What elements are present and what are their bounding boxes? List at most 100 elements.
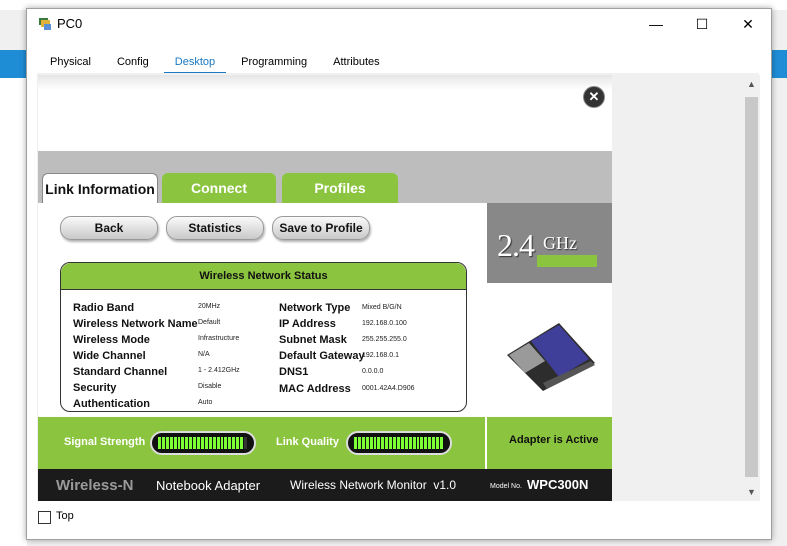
meter-segment <box>361 437 365 449</box>
meter-segment <box>193 437 197 449</box>
window-title: PC0 <box>57 16 83 31</box>
tab-link-information[interactable]: Link Information <box>42 173 158 204</box>
meter-segment <box>416 437 420 449</box>
device-tabs: Physical Config Desktop Programming Attr… <box>37 51 393 75</box>
meter-segment <box>181 437 185 449</box>
meter-segment <box>204 437 208 449</box>
statistics-button[interactable]: Statistics <box>166 216 264 240</box>
tab-connect[interactable]: Connect <box>162 173 276 203</box>
value-mac-address: 0001.42A4.D906 <box>362 385 415 392</box>
footer-monitor: Wireless Network Monitor v1.0 <box>290 478 457 492</box>
meter-segment <box>228 437 232 449</box>
back-button[interactable]: Back <box>60 216 158 240</box>
meter-segment <box>354 437 357 449</box>
meter-segment <box>408 437 412 449</box>
meter-segment <box>432 437 436 449</box>
link-quality-label: Link Quality <box>276 436 339 448</box>
adapter-card-area <box>487 283 612 417</box>
label-dns1: DNS1 <box>279 366 309 378</box>
meter-segment <box>236 437 240 449</box>
footer-brand: Wireless-N <box>56 477 134 494</box>
meter-segment <box>220 437 224 449</box>
value-default-gateway: 192.168.0.1 <box>362 352 399 359</box>
footer-model-label: Model No. <box>490 483 522 490</box>
meter-segment <box>189 437 193 449</box>
tab-desktop[interactable]: Desktop <box>162 51 228 75</box>
signal-bar-area: Signal Strength Link Quality <box>38 417 485 469</box>
footer-bar: Wireless-N Notebook Adapter Wireless Net… <box>38 469 612 501</box>
meter-segment <box>177 437 181 449</box>
tab-profiles[interactable]: Profiles <box>282 173 398 203</box>
value-network-name: Default <box>198 319 221 326</box>
meter-segment <box>161 437 165 449</box>
label-network-type: Network Type <box>279 302 351 314</box>
value-security: Disable <box>198 383 222 390</box>
label-ip-address: IP Address <box>279 318 336 330</box>
meter-segment <box>240 437 243 449</box>
tab-physical[interactable]: Physical <box>37 51 104 73</box>
meter-segment <box>224 437 228 449</box>
meter-segment <box>373 437 377 449</box>
adapter-status: Adapter is Active <box>509 434 599 446</box>
scroll-up-icon[interactable]: ▲ <box>747 79 756 89</box>
meter-segment <box>169 437 173 449</box>
top-checkbox[interactable] <box>38 511 51 524</box>
meter-segment <box>428 437 432 449</box>
label-authentication: Authentication <box>73 398 150 410</box>
meter-segment <box>357 437 361 449</box>
tab-config[interactable]: Config <box>104 51 162 73</box>
value-wide-channel: N/A <box>198 351 210 358</box>
status-title: Wireless Network Status <box>61 263 466 290</box>
signal-strength-label: Signal Strength <box>64 436 146 448</box>
label-standard-channel: Standard Channel <box>73 366 168 378</box>
meter-segment <box>208 437 212 449</box>
signal-strength-meter <box>150 431 256 455</box>
meter-segment <box>389 437 393 449</box>
meter-segment <box>377 437 381 449</box>
ghz-badge: 2.4 GHz <box>487 203 612 283</box>
value-standard-channel: 1 - 2.412GHz <box>198 367 240 374</box>
maximize-button[interactable]: ☐ <box>679 9 725 39</box>
label-default-gateway: Default Gateway <box>279 350 365 362</box>
meter-segment <box>216 437 220 449</box>
value-network-type: Mixed B/G/N <box>362 304 402 311</box>
meter-segment <box>365 437 369 449</box>
pc-card-image <box>507 323 595 391</box>
tab-programming[interactable]: Programming <box>228 51 320 73</box>
meter-segment <box>381 437 385 449</box>
value-dns1: 0.0.0.0 <box>362 368 384 375</box>
meter-segment <box>436 437 439 449</box>
ghz-unit: GHz <box>543 233 577 253</box>
label-subnet-mask: Subnet Mask <box>279 334 347 346</box>
meter-segment <box>424 437 428 449</box>
wireless-status-box: Wireless Network Status Radio Band Wirel… <box>60 262 467 412</box>
footer-product: Notebook Adapter <box>156 478 261 493</box>
panel-header <box>38 75 612 152</box>
scroll-down-icon[interactable]: ▼ <box>747 487 756 497</box>
meter-segment <box>158 437 161 449</box>
value-authentication: Auto <box>198 399 213 406</box>
ghz-number: 2.4 <box>497 227 535 263</box>
close-button[interactable]: ✕ <box>725 9 771 39</box>
meter-segment <box>197 437 200 449</box>
scrollbar-thumb[interactable] <box>745 97 758 477</box>
pc-app-icon <box>39 18 51 30</box>
meter-segment <box>369 437 373 449</box>
value-ip-address: 192.168.0.100 <box>362 320 407 327</box>
wireless-monitor-panel: ✕ Link Information Connect Profiles Back… <box>38 75 612 501</box>
background-app-bar <box>0 50 27 78</box>
meter-segment <box>400 437 404 449</box>
meter-segment <box>420 437 424 449</box>
label-security: Security <box>73 382 117 394</box>
tab-attributes[interactable]: Attributes <box>320 51 392 73</box>
close-icon[interactable]: ✕ <box>583 86 605 108</box>
save-to-profile-button[interactable]: Save to Profile <box>272 216 370 240</box>
title-bar[interactable]: PC0 — ☐ ✕ <box>27 9 771 39</box>
meter-segment <box>396 437 400 449</box>
minimize-button[interactable]: — <box>633 9 679 39</box>
meter-segment <box>212 437 216 449</box>
meter-segment <box>173 437 177 449</box>
value-subnet-mask: 255.255.255.0 <box>362 336 407 343</box>
label-wireless-mode: Wireless Mode <box>73 334 150 346</box>
adapter-status-area: Adapter is Active <box>487 417 612 469</box>
